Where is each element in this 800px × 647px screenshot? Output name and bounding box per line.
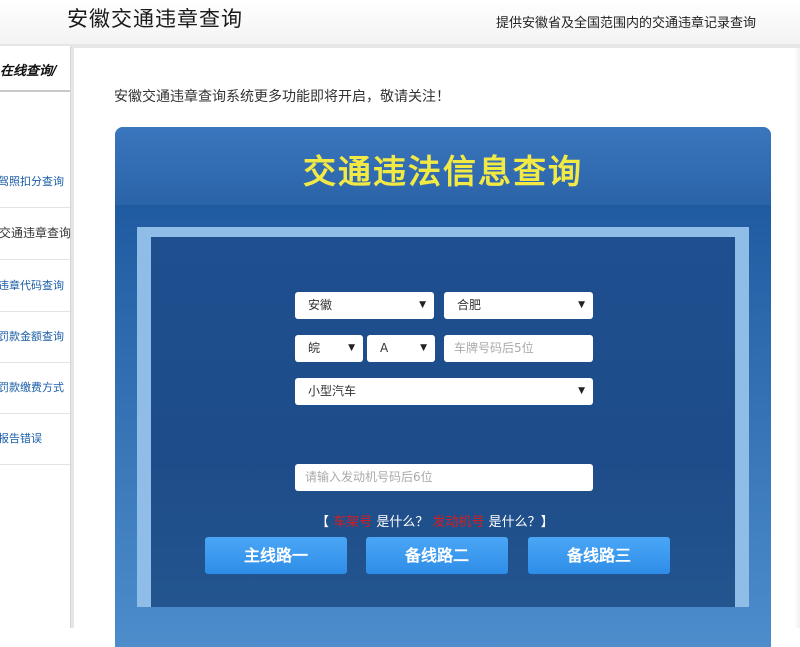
help-bracket-open: 【 — [316, 515, 330, 530]
plate-letter-select[interactable]: A ▼ — [367, 335, 435, 362]
sidebar: 在线查询/ 驾照扣分查询 交通违章查询 违章代码查询 罚款金额查询 罚款缴费方式… — [0, 46, 71, 628]
engine-number-input[interactable]: 请输入发动机号码后6位 — [295, 464, 593, 491]
vin-help-link[interactable]: 车架号 — [333, 515, 372, 530]
panel-title-band: 交通违法信息查询 — [115, 127, 771, 205]
site-header: 安徽交通违章查询 提供安徽省及全国范围内的交通违章记录查询 — [0, 0, 800, 44]
chevron-down-icon: ▼ — [578, 386, 585, 396]
form-area: 安徽 ▼ 合肥 ▼ 皖 ▼ A ▼ 车牌号码后5位 小型汽车 ▼ 请输入发动机号… — [151, 237, 735, 607]
engine-number-placeholder: 请输入发动机号码后6位 — [305, 470, 433, 484]
site-tagline: 提供安徽省及全国范围内的交通违章记录查询 — [496, 16, 757, 31]
help-line: 【 车架号 是什么？ 发动机号 是什么？】 — [316, 511, 554, 530]
main-route-button[interactable]: 主线路一 — [205, 537, 347, 574]
page-edge-shadow — [794, 48, 800, 628]
sidebar-item-report-error[interactable]: 报告错误 — [0, 413, 70, 465]
sidebar-heading: 在线查询/ — [0, 54, 70, 92]
main-content: 安徽交通违章查询系统更多功能即将开启，敬请关注！ 交通违法信息查询 安徽 ▼ 合… — [74, 48, 800, 647]
province-select[interactable]: 安徽 ▼ — [295, 292, 434, 319]
notice-text: 安徽交通违章查询系统更多功能即将开启，敬请关注！ — [114, 89, 450, 105]
panel-title: 交通违法信息查询 — [303, 152, 583, 191]
backup-route-three-button[interactable]: 备线路三 — [528, 537, 670, 574]
chevron-down-icon: ▼ — [419, 300, 426, 310]
sidebar-item-violation-query[interactable]: 交通违章查询 — [0, 208, 70, 260]
sidebar-item-fine-payment[interactable]: 罚款缴费方式 — [0, 362, 70, 414]
engine-help-link[interactable]: 发动机号 — [432, 515, 484, 530]
chevron-down-icon: ▼ — [420, 343, 427, 353]
site-title: 安徽交通违章查询 — [67, 7, 243, 31]
backup-route-two-button[interactable]: 备线路二 — [366, 537, 508, 574]
vin-help-question: 是什么？ — [376, 515, 429, 530]
plate-number-input[interactable]: 车牌号码后5位 — [444, 335, 593, 362]
city-value: 合肥 — [457, 298, 482, 312]
plate-letter-value: A — [380, 341, 389, 355]
vehicle-type-value: 小型汽车 — [308, 384, 357, 398]
plate-number-placeholder: 车牌号码后5位 — [454, 341, 534, 355]
engine-help-question: 是什么？】 — [488, 515, 554, 530]
vehicle-type-select[interactable]: 小型汽车 ▼ — [295, 378, 593, 405]
chevron-down-icon: ▼ — [348, 343, 355, 353]
plate-prefix-value: 皖 — [308, 341, 321, 355]
chevron-down-icon: ▼ — [578, 300, 585, 310]
province-value: 安徽 — [308, 298, 333, 312]
sidebar-item-fine-amount[interactable]: 罚款金额查询 — [0, 311, 70, 363]
city-select[interactable]: 合肥 ▼ — [444, 292, 593, 319]
form-frame: 安徽 ▼ 合肥 ▼ 皖 ▼ A ▼ 车牌号码后5位 小型汽车 ▼ 请输入发动机号… — [137, 227, 749, 607]
plate-prefix-select[interactable]: 皖 ▼ — [295, 335, 363, 362]
query-panel: 交通违法信息查询 安徽 ▼ 合肥 ▼ 皖 ▼ A ▼ 车牌号码后5位 小型汽车 … — [115, 127, 771, 647]
sidebar-item-violation-code[interactable]: 违章代码查询 — [0, 260, 70, 312]
sidebar-item-license-points[interactable]: 驾照扣分查询 — [0, 156, 70, 208]
